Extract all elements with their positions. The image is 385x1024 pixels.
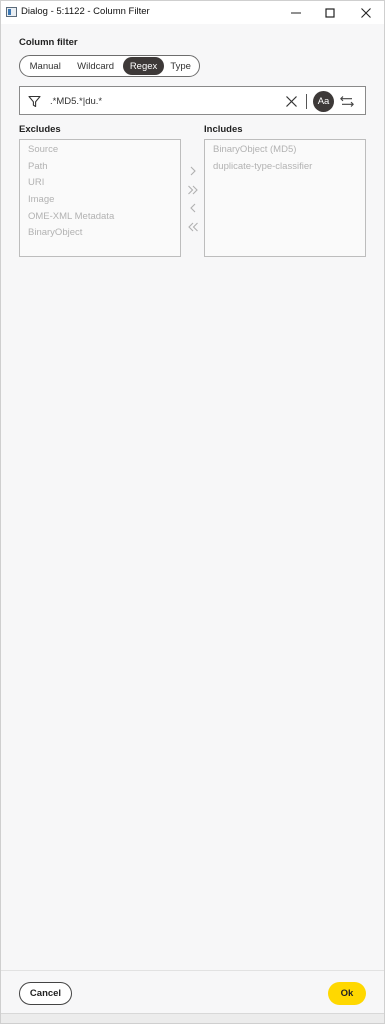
transfer-buttons <box>184 162 202 236</box>
move-left-button[interactable] <box>184 199 202 218</box>
excludes-label: Excludes <box>19 124 61 135</box>
close-button[interactable] <box>349 1 383 24</box>
list-item[interactable]: Path <box>20 159 180 176</box>
window-title: Dialog - 5:1122 - Column Filter <box>21 6 150 17</box>
pattern-input[interactable] <box>50 92 290 110</box>
dialog-body: Column filter Manual Wildcard Regex Type… <box>1 24 384 970</box>
maximize-icon <box>325 7 335 18</box>
includes-list[interactable]: BinaryObject (MD5) duplicate-type-classi… <box>204 139 366 257</box>
title-bar: Dialog - 5:1122 - Column Filter <box>1 1 384 24</box>
field-divider <box>306 94 307 109</box>
column-filter-heading: Column filter <box>19 37 78 48</box>
double-chevron-left-icon <box>188 222 198 232</box>
funnel-icon <box>28 95 41 108</box>
minimize-button[interactable] <box>279 1 313 24</box>
maximize-button[interactable] <box>313 1 347 24</box>
minimize-icon <box>291 12 301 13</box>
move-all-left-button[interactable] <box>184 218 202 237</box>
dialog-footer: Cancel Ok <box>1 970 384 1013</box>
filter-mode-selector: Manual Wildcard Regex Type <box>19 55 200 77</box>
chevron-right-icon <box>190 166 196 176</box>
mode-type-button[interactable]: Type <box>164 57 197 75</box>
close-icon <box>361 7 371 18</box>
pattern-field: Aa <box>19 86 366 115</box>
column-filter-dialog: Dialog - 5:1122 - Column Filter Column f… <box>0 0 385 1024</box>
ok-button[interactable]: Ok <box>328 982 366 1005</box>
excludes-list[interactable]: Source Path URI Image OME-XML Metadata B… <box>19 139 181 257</box>
list-item[interactable]: Source <box>20 142 180 159</box>
mode-regex-button[interactable]: Regex <box>122 57 165 75</box>
list-item[interactable]: OME-XML Metadata <box>20 209 180 226</box>
list-item[interactable]: URI <box>20 175 180 192</box>
double-chevron-right-icon <box>188 185 198 195</box>
includes-label: Includes <box>204 124 243 135</box>
swap-arrows-icon[interactable] <box>340 95 354 108</box>
window-bottom-edge <box>1 1013 384 1023</box>
mode-manual-button[interactable]: Manual <box>22 57 68 75</box>
list-item[interactable]: BinaryObject (MD5) <box>205 142 365 159</box>
cancel-button[interactable]: Cancel <box>19 982 72 1005</box>
list-item[interactable]: duplicate-type-classifier <box>205 159 365 176</box>
mode-wildcard-button[interactable]: Wildcard <box>68 57 122 75</box>
clear-icon[interactable] <box>285 95 298 108</box>
chevron-left-icon <box>190 203 196 213</box>
app-window-icon <box>6 7 17 17</box>
move-right-button[interactable] <box>184 162 202 181</box>
case-sensitive-toggle[interactable]: Aa <box>313 91 334 112</box>
list-item[interactable]: Image <box>20 192 180 209</box>
list-item[interactable]: BinaryObject <box>20 225 180 242</box>
move-all-right-button[interactable] <box>184 181 202 200</box>
